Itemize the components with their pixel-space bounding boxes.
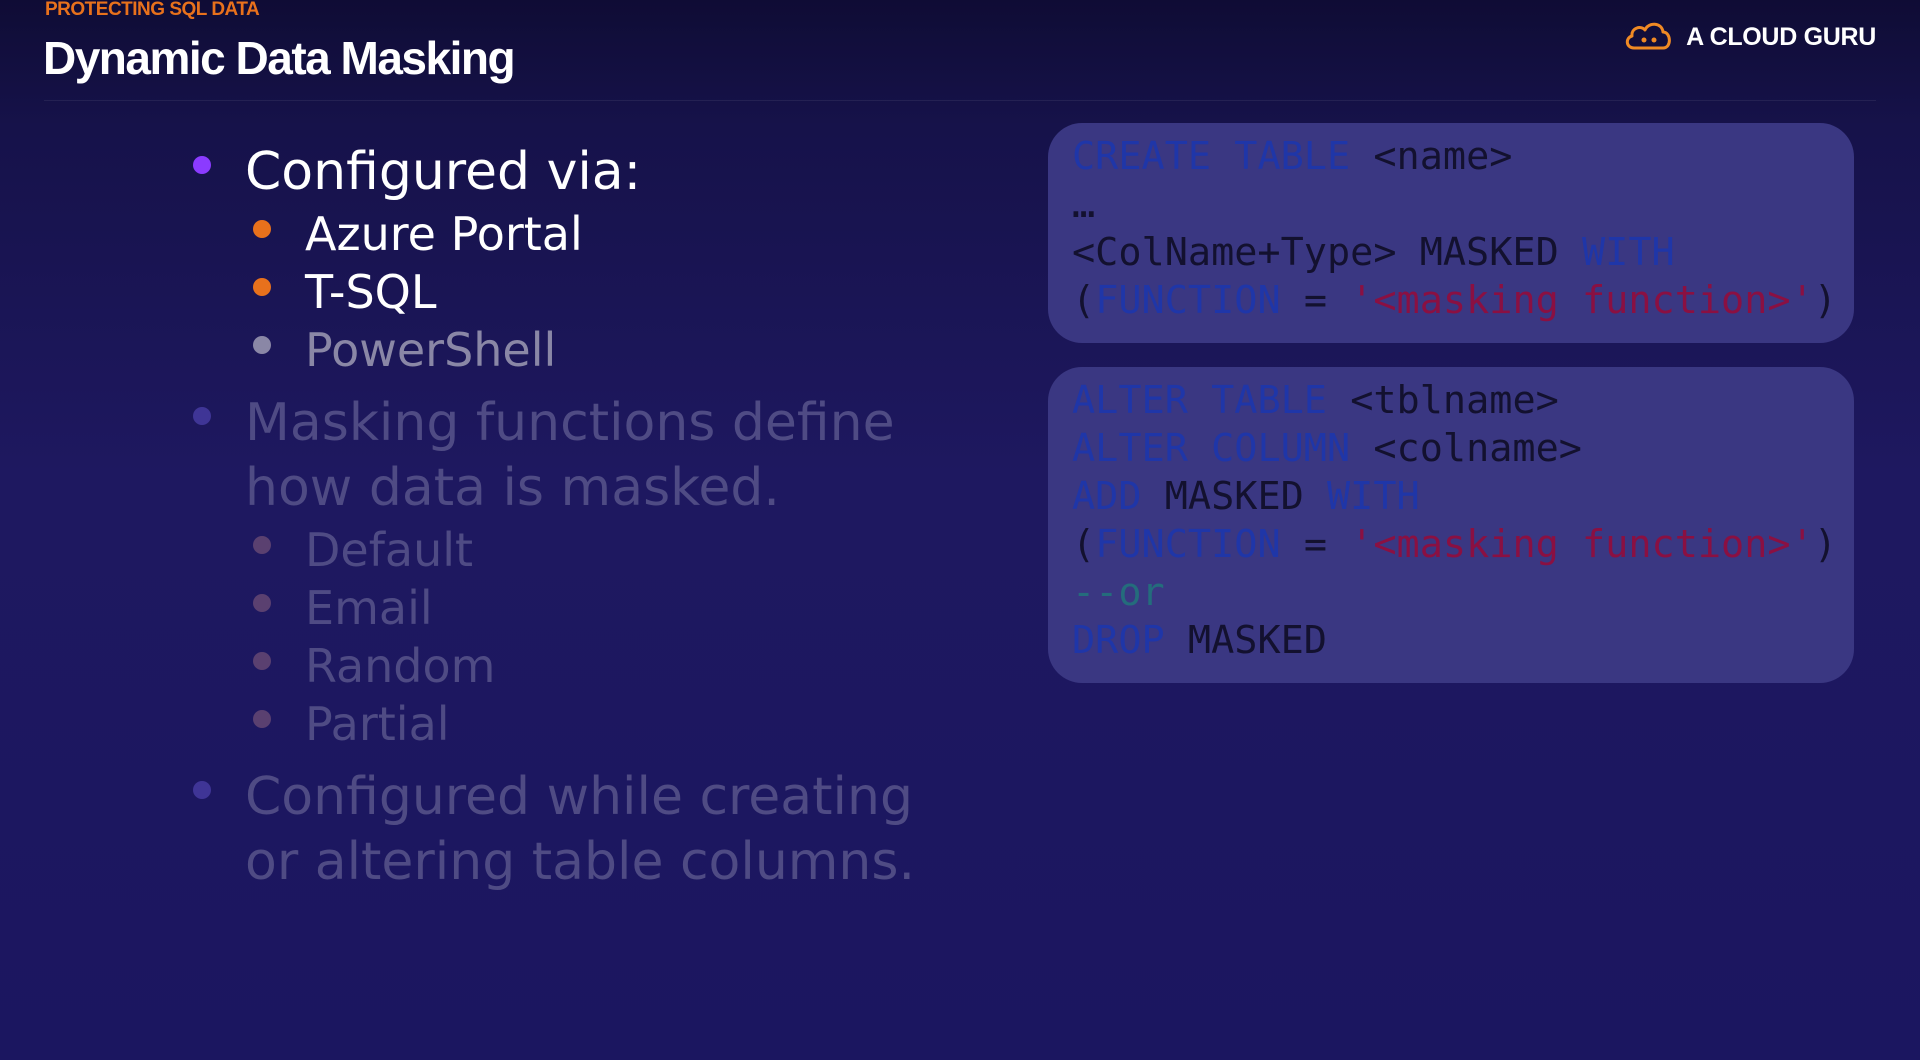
sub-bullet-text: Email [305, 581, 433, 635]
sub-bullet-dot-icon [253, 278, 271, 296]
code-text: ) [1813, 278, 1837, 323]
code-line: --or [1072, 569, 1830, 617]
sub-bullet-text: T-SQL [305, 265, 437, 319]
code-text: = [1303, 278, 1327, 323]
sub-bullet-azure-portal: Azure Portal [190, 205, 950, 263]
bullet-text-line2: how data is masked. [245, 458, 780, 518]
slide-title: Dynamic Data Masking [43, 32, 516, 84]
bullet-masking-functions: Masking functions define how data is mas… [190, 391, 950, 521]
bullet-group-configured-via: Configured via: Azure Portal T-SQL Power… [190, 140, 950, 379]
sub-bullet-dot-icon [253, 220, 271, 238]
sub-bullet-text: Partial [305, 697, 450, 751]
sub-bullet-text: PowerShell [305, 323, 557, 377]
bullet-text-line1: Configured while creating [245, 767, 913, 827]
code-keyword: TABLE [1234, 134, 1351, 179]
sub-bullet-powershell: PowerShell [190, 321, 950, 379]
code-keyword: FUNCTION [1095, 522, 1281, 567]
code-text: <tblname> [1350, 378, 1559, 423]
sub-bullet-default: Default [190, 521, 950, 579]
code-line: CREATE TABLE <name> [1072, 133, 1830, 181]
code-keyword: ALTER [1072, 378, 1188, 423]
code-text: … [1072, 182, 1096, 227]
sub-bullet-text: Random [305, 639, 496, 693]
code-keyword: ADD [1072, 474, 1142, 519]
code-line: ALTER COLUMN <colname> [1072, 425, 1830, 473]
code-line: DROP MASKED [1072, 617, 1830, 665]
code-block-alter-table: ALTER TABLE <tblname> ALTER COLUMN <colna… [1048, 367, 1854, 683]
sub-bullet-text: Azure Portal [305, 207, 583, 261]
sub-bullet-tsql: T-SQL [190, 263, 950, 321]
sub-bullet-random: Random [190, 637, 950, 695]
code-text: MASKED [1187, 618, 1327, 663]
code-line: ALTER TABLE <tblname> [1072, 377, 1830, 425]
brand-logo: A CLOUD GURU [1622, 18, 1876, 56]
bullet-group-configured-while: Configured while creating or altering ta… [190, 765, 950, 895]
bullet-list: Configured via: Azure Portal T-SQL Power… [190, 140, 950, 895]
code-line: (FUNCTION = '<masking function>') [1072, 277, 1837, 325]
code-comment: --or [1072, 570, 1165, 615]
sub-bullet-partial: Partial [190, 695, 950, 753]
sub-bullet-dot-icon [253, 652, 271, 670]
eyebrow-label: PROTECTING SQL DATA [45, 0, 260, 20]
brand-name: A CLOUD GURU [1686, 22, 1876, 51]
code-keyword: CREATE [1072, 134, 1212, 179]
code-line: … [1072, 181, 1830, 229]
bullet-group-masking-functions: Masking functions define how data is mas… [190, 391, 950, 753]
bullet-dot-icon [193, 407, 211, 425]
code-keyword: DROP [1072, 618, 1165, 663]
code-keyword: WITH [1327, 474, 1420, 519]
sub-bullet-dot-icon [253, 710, 271, 728]
code-keyword: ALTER [1072, 426, 1188, 471]
code-text: ( [1072, 278, 1096, 323]
code-text: ( [1072, 522, 1096, 567]
bullet-text: Configured via: [245, 142, 642, 202]
code-line: <ColName+Type> MASKED WITH [1072, 229, 1830, 277]
code-keyword: COLUMN [1211, 426, 1351, 471]
code-block-create-table: CREATE TABLE <name>… <ColName+Type> MASKE… [1048, 123, 1854, 343]
bullet-text-line1: Masking functions define [245, 393, 895, 453]
code-text: MASKED [1419, 230, 1559, 275]
sub-bullet-dot-icon [253, 536, 271, 554]
bullet-text-line2: or altering table columns. [245, 832, 916, 892]
sub-bullet-dot-icon [253, 594, 271, 612]
code-string: '<masking function>' [1350, 278, 1814, 323]
code-line: ADD MASKED WITH [1072, 473, 1830, 521]
sub-bullet-dot-icon [253, 336, 271, 354]
code-text: ) [1813, 522, 1837, 567]
code-keyword: TABLE [1211, 378, 1327, 423]
cloud-icon [1622, 18, 1674, 56]
code-text: <ColName+Type> [1072, 230, 1397, 275]
bullet-dot-icon [193, 156, 211, 174]
header-divider [44, 100, 1876, 101]
bullet-dot-icon [193, 781, 211, 799]
bullet-configured-via: Configured via: [190, 140, 950, 205]
sub-bullet-email: Email [190, 579, 950, 637]
code-string: '<masking function>' [1350, 522, 1814, 567]
sub-bullet-text: Default [305, 523, 474, 577]
code-line: (FUNCTION = '<masking function>') [1072, 521, 1837, 569]
code-text: <colname> [1373, 426, 1582, 471]
code-keyword: FUNCTION [1095, 278, 1281, 323]
code-keyword: WITH [1581, 230, 1675, 275]
code-text: MASKED [1164, 474, 1304, 519]
bullet-configured-while: Configured while creating or altering ta… [190, 765, 950, 895]
code-text: <name> [1373, 134, 1513, 179]
code-text: = [1303, 522, 1327, 567]
